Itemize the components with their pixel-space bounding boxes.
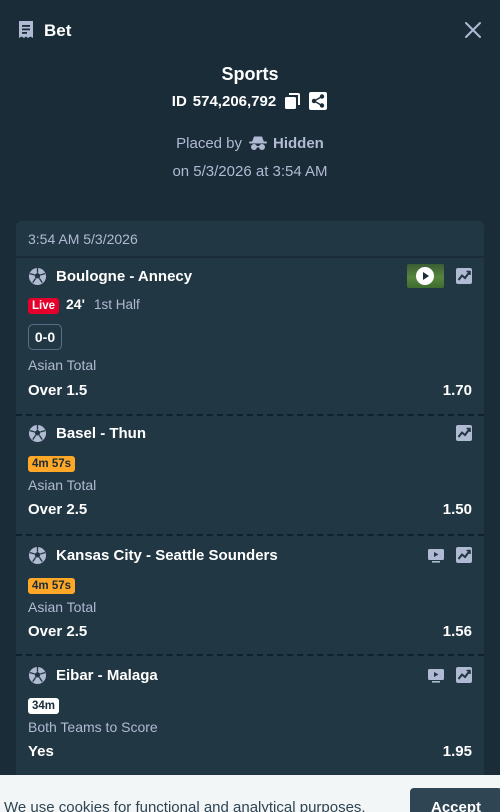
match-score: 0-0 (28, 324, 62, 350)
soccer-ball-icon (28, 666, 47, 685)
stats-chart-icon[interactable] (455, 424, 473, 442)
countdown-badge: 4m 57s (28, 578, 76, 594)
soccer-ball-icon (28, 546, 47, 565)
share-icon[interactable] (308, 91, 328, 111)
tv-icon[interactable] (427, 546, 445, 564)
market-name: Asian Total (28, 477, 97, 493)
bet-id-label: ID (171, 92, 187, 110)
odds-value: 1.70 (442, 382, 472, 399)
bet-leg: Boulogne - Annecy Live 24' 1st Half 0-0 … (16, 258, 484, 416)
soccer-ball-icon (28, 267, 47, 286)
market-name: Asian Total (28, 599, 97, 615)
close-icon[interactable] (462, 19, 484, 41)
match-minute: 24' (66, 296, 85, 312)
live-badge: Live (28, 298, 60, 314)
bet-card: 3:54 AM 5/3/2026 Boulogne - Annecy Live … (16, 221, 484, 812)
bet-id-value: 574,206,792 (192, 92, 277, 110)
selection-name: Over 2.5 (28, 501, 88, 518)
odds-value: 1.50 (442, 501, 472, 518)
match-name[interactable]: Kansas City - Seattle Sounders (56, 547, 278, 564)
soccer-ball-icon (28, 424, 47, 443)
stats-chart-icon[interactable] (455, 666, 473, 684)
cookie-text: We use cookies for functional and analyt… (4, 799, 366, 812)
match-name[interactable]: Eibar - Malaga (56, 667, 158, 684)
stats-chart-icon[interactable] (455, 267, 473, 285)
bet-leg: Eibar - Malaga 34m Both Teams to Score Y… (16, 656, 484, 776)
cookie-banner: We use cookies for functional and analyt… (0, 775, 500, 812)
bet-type-title: Sports (221, 64, 279, 84)
countdown-badge: 4m 57s (28, 456, 76, 472)
bet-date: 3:54 AM 5/3/2026 (16, 221, 484, 258)
match-name[interactable]: Boulogne - Annecy (56, 268, 192, 285)
incognito-icon (249, 136, 268, 150)
odds-value: 1.56 (442, 623, 472, 640)
selection-name: Over 2.5 (28, 623, 88, 640)
bet-leg: Kansas City - Seattle Sounders 4m 57s As… (16, 536, 484, 656)
stats-chart-icon[interactable] (455, 546, 473, 564)
placed-by-user: Hidden (248, 135, 324, 152)
odds-value: 1.95 (442, 743, 472, 760)
market-name: Asian Total (28, 357, 97, 373)
countdown-badge: 34m (28, 698, 60, 714)
play-icon (416, 267, 434, 285)
placed-by-username: Hidden (273, 134, 324, 152)
live-stream-thumbnail[interactable] (407, 264, 444, 288)
selection-name: Over 1.5 (28, 382, 88, 399)
bet-leg: Basel - Thun 4m 57s Asian Total Over 2.5… (16, 416, 484, 536)
receipt-icon (19, 21, 33, 38)
copy-icon[interactable] (282, 91, 302, 111)
accept-cookies-button[interactable]: Accept (410, 788, 500, 812)
tv-icon[interactable] (427, 666, 445, 684)
modal-title: Bet (44, 21, 72, 40)
match-period: 1st Half (94, 297, 140, 312)
selection-name: Yes (28, 743, 54, 760)
placed-by-row: Placed by Hidden (0, 132, 500, 154)
placed-by-label: Placed by (176, 134, 243, 152)
match-name[interactable]: Basel - Thun (56, 425, 146, 442)
modal-header: Bet (0, 0, 500, 60)
placed-date: on 5/3/2026 at 3:54 AM (172, 163, 328, 180)
bet-id-row: ID 574,206,792 (0, 89, 500, 113)
market-name: Both Teams to Score (28, 719, 158, 735)
bet-summary: Sports ID 574,206,792 Placed by Hidden o… (0, 62, 500, 183)
